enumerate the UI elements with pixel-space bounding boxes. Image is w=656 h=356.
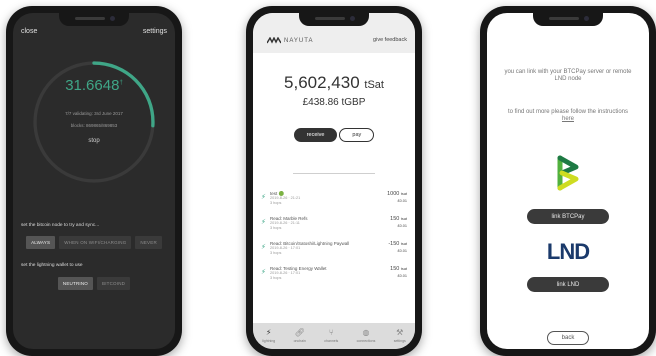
lnd-logo: LND — [546, 239, 590, 264]
tools-icon: ⚒ — [396, 328, 404, 337]
link-icon: 🔗︎ — [294, 328, 305, 337]
tx-amount: 150 — [390, 266, 400, 272]
settings-button[interactable]: settings — [143, 28, 167, 35]
bottom-tab-bar: ⚡ lightning 🔗︎ onchain ⑂ channels ◍ connecti… — [253, 323, 415, 349]
instructions-here-link[interactable]: here — [562, 116, 574, 122]
tx-amount: -150 — [388, 241, 400, 247]
tx-unit: tsat — [400, 192, 407, 196]
instructions-text: to find out more please follow the instr… — [507, 109, 629, 123]
sync-never-button[interactable]: never — [135, 236, 162, 249]
phone1-screen: close settings 31.6648† 7/7 validating: … — [13, 13, 175, 349]
lightning-icon: ⚡ — [261, 269, 266, 276]
tab-label: connections — [356, 339, 376, 343]
wallet-actions: receive pay — [253, 128, 415, 142]
phone-notch — [533, 13, 603, 26]
lightning-icon: ⚡ — [261, 244, 266, 251]
tab-lightning[interactable]: ⚡ lightning — [262, 328, 276, 344]
fiat-balance: £438.86 tGBP — [302, 97, 366, 108]
nayuta-logo: NAYUTA — [267, 37, 313, 45]
lightning-balance: 5,602,430 tSat — [284, 73, 384, 92]
tx-fee: £0.01 — [397, 199, 407, 203]
tab-onchain[interactable]: 🔗︎ onchain — [293, 328, 306, 344]
screenshot-stage: close settings 31.6648† 7/7 validating: … — [0, 0, 656, 356]
close-button[interactable]: close — [21, 28, 37, 35]
tx-unit: tsat — [400, 267, 407, 271]
tx-amount: 1000 — [387, 191, 400, 197]
tab-label: onchain — [293, 339, 306, 343]
phone2-screen: NAYUTA give feedback 5,602,430 tSat £438… — [253, 13, 415, 349]
sync-status: 7/7 validating: 3rd June 2017 — [65, 111, 123, 116]
tab-connections[interactable]: ◍ connections — [356, 328, 376, 344]
back-button[interactable]: back — [547, 331, 589, 345]
tx-amount: 150 — [390, 216, 400, 222]
tx-fee: £0.01 — [397, 249, 407, 253]
tx-hops: 3 hops — [270, 276, 282, 281]
stop-button[interactable]: stop — [13, 138, 175, 144]
tx-unit: tsat — [400, 242, 407, 246]
tx-hops: 3 hops — [270, 226, 282, 231]
channels-icon: ⑂ — [328, 328, 334, 337]
phone3-screen: you can link with your BTCPay server or … — [487, 13, 649, 349]
globe-icon: ◍ — [362, 328, 370, 337]
pay-button[interactable]: pay — [339, 128, 375, 142]
brand-name: NAYUTA — [284, 38, 314, 44]
tx-fee: £0.01 — [397, 224, 407, 228]
lightning-icon: ⚡ — [261, 194, 266, 201]
wallet-neutrino-button[interactable]: neutrino — [57, 277, 93, 290]
phone1-top-bar: close settings — [21, 28, 167, 35]
receive-button[interactable]: receive — [293, 128, 338, 142]
tab-label: lightning — [262, 339, 276, 343]
tx-unit: tsat — [400, 217, 407, 221]
sync-progress-ring — [27, 55, 161, 189]
phone-notch — [59, 13, 129, 26]
tab-settings[interactable]: ⚒ settings — [393, 328, 406, 344]
wallet-bitcoind-button[interactable]: bitcoind — [97, 277, 131, 290]
wallet-options: neutrino bitcoind — [13, 277, 175, 290]
link-lnd-button[interactable]: link LND — [527, 277, 609, 292]
tab-label: settings — [393, 339, 406, 343]
sync-setting-label: set the bitcoin node to try and sync... — [21, 223, 100, 228]
nayuta-logo-icon — [267, 37, 281, 44]
wallet-setting-label: set the lightning wallet to use — [21, 263, 83, 268]
divider — [293, 173, 375, 174]
tx-hops: 3 hops — [270, 201, 282, 206]
tx-hops: 3 hops — [270, 251, 282, 256]
sync-wifi-charging-button[interactable]: when on wifi/charging — [59, 236, 132, 249]
lightning-icon: ⚡ — [265, 328, 272, 337]
lightning-icon: ⚡ — [261, 219, 266, 226]
block-count: blocks: 869865/869853 — [70, 123, 118, 128]
link-btcpay-button[interactable]: link BTCPay — [527, 209, 609, 224]
tx-fee: £0.01 — [397, 274, 407, 278]
phone-notch — [299, 13, 369, 26]
phone-node-sync: close settings 31.6648† 7/7 validating: … — [6, 6, 182, 356]
phone-link-node: you can link with your BTCPay server or … — [480, 6, 656, 356]
link-intro-text: you can link with your BTCPay server or … — [504, 69, 632, 83]
give-feedback-link[interactable]: give feedback — [373, 37, 407, 43]
onchain-balance: 31.6648† — [65, 77, 123, 94]
sync-always-button[interactable]: always — [26, 236, 56, 249]
sync-options: always when on wifi/charging never — [13, 236, 175, 249]
tab-channels[interactable]: ⑂ channels — [324, 328, 339, 344]
phone-wallet-home: NAYUTA give feedback 5,602,430 tSat £438… — [246, 6, 422, 356]
tab-label: channels — [324, 339, 339, 343]
btcpay-logo-icon — [557, 155, 579, 191]
